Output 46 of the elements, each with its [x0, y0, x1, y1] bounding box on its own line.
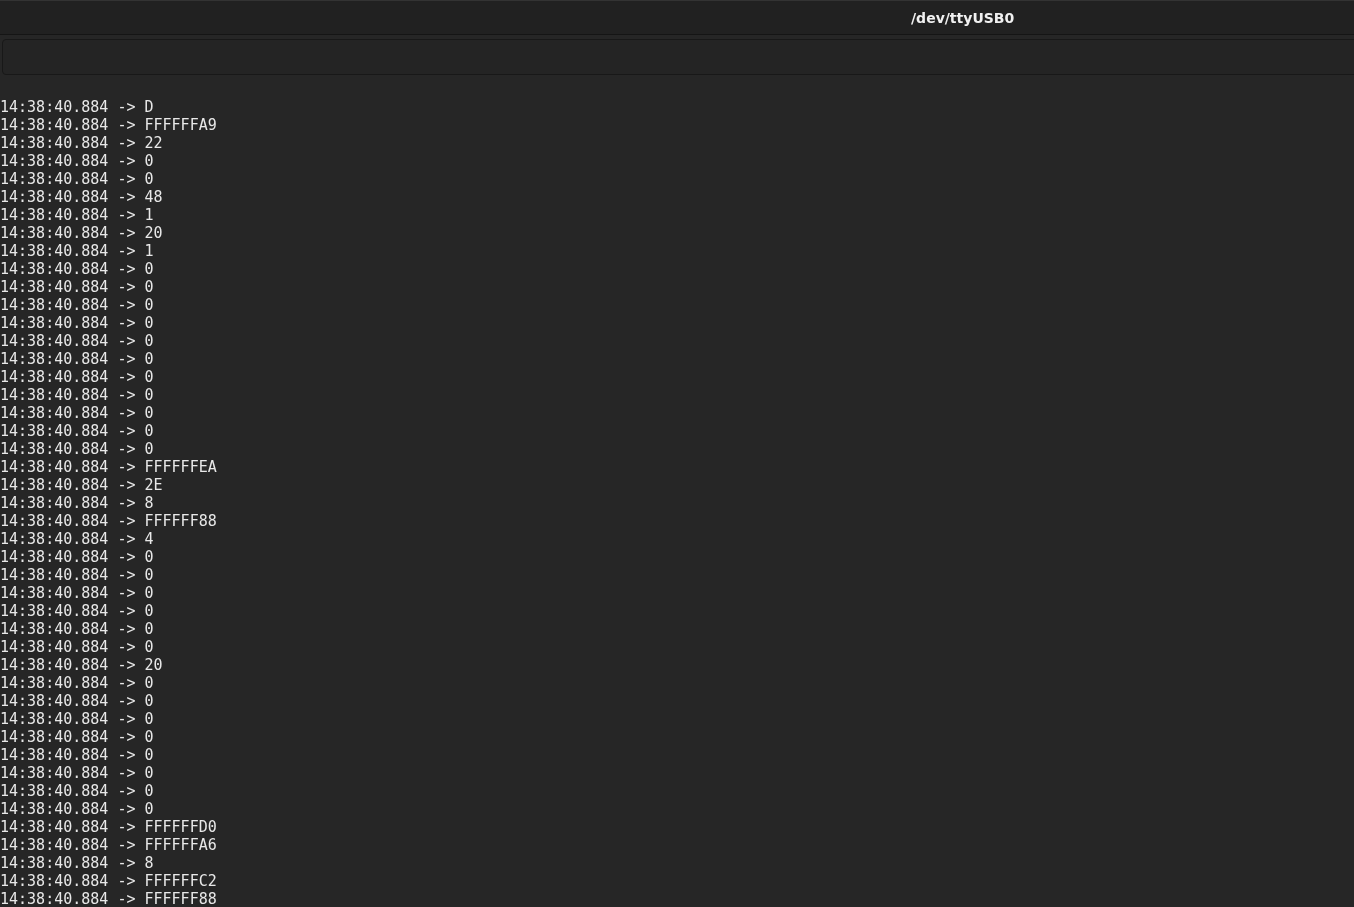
log-line: 14:38:40.884 -> 22 — [0, 134, 163, 152]
log-line: 14:38:40.884 -> 0 — [0, 350, 154, 368]
log-line: 14:38:40.884 -> 0 — [0, 296, 154, 314]
log-line: 14:38:40.884 -> 0 — [0, 782, 154, 800]
log-line: 14:38:40.884 -> FFFFFF88 — [0, 512, 217, 530]
log-line: 14:38:40.884 -> 2E — [0, 476, 163, 494]
log-line: 14:38:40.884 -> FFFFFFC2 — [0, 872, 217, 890]
log-line: 14:38:40.884 -> 0 — [0, 584, 154, 602]
log-line: 14:38:40.884 -> 0 — [0, 440, 154, 458]
log-line: 14:38:40.884 -> 0 — [0, 674, 154, 692]
log-line: 14:38:40.884 -> 20 — [0, 224, 163, 242]
log-line: 14:38:40.884 -> 0 — [0, 710, 154, 728]
log-line: 14:38:40.884 -> 8 — [0, 494, 154, 512]
log-line: 14:38:40.884 -> 8 — [0, 854, 154, 872]
log-line: 14:38:40.884 -> 0 — [0, 764, 154, 782]
log-line: 14:38:40.884 -> FFFFFFA9 — [0, 116, 217, 134]
log-line: 14:38:40.884 -> 0 — [0, 728, 154, 746]
log-line: 14:38:40.884 -> D — [0, 98, 154, 116]
log-line: 14:38:40.884 -> 0 — [0, 566, 154, 584]
log-line: 14:38:40.884 -> 1 — [0, 206, 154, 224]
log-line: 14:38:40.884 -> 0 — [0, 314, 154, 332]
log-line: 14:38:40.884 -> FFFFFFEA — [0, 458, 217, 476]
log-line: 14:38:40.884 -> 0 — [0, 368, 154, 386]
log-line: 14:38:40.884 -> 20 — [0, 656, 163, 674]
log-line: 14:38:40.884 -> 0 — [0, 152, 154, 170]
log-line: 14:38:40.884 -> 0 — [0, 332, 154, 350]
log-line: 14:38:40.884 -> FFFFFFD0 — [0, 818, 217, 836]
log-line: 14:38:40.884 -> 0 — [0, 620, 154, 638]
log-line: 14:38:40.884 -> 0 — [0, 692, 154, 710]
log-line: 14:38:40.884 -> FFFFFFA6 — [0, 836, 217, 854]
log-line: 14:38:40.884 -> 48 — [0, 188, 163, 206]
log-line: 14:38:40.884 -> 0 — [0, 404, 154, 422]
log-line: 14:38:40.884 -> 0 — [0, 548, 154, 566]
log-line: 14:38:40.884 -> 0 — [0, 602, 154, 620]
log-line: 14:38:40.884 -> 0 — [0, 386, 154, 404]
log-line: 14:38:40.884 -> FFFFFF88 — [0, 890, 217, 907]
window-title: /dev/ttyUSB0 — [911, 9, 1015, 26]
log-line: 14:38:40.884 -> 0 — [0, 422, 154, 440]
log-line: 14:38:40.884 -> 0 — [0, 260, 154, 278]
log-line: 14:38:40.884 -> 4 — [0, 530, 154, 548]
log-line: 14:38:40.884 -> 0 — [0, 746, 154, 764]
log-line: 14:38:40.884 -> 0 — [0, 170, 154, 188]
log-line: 14:38:40.884 -> 0 — [0, 800, 154, 818]
log-line: 14:38:40.884 -> 0 — [0, 638, 154, 656]
log-line: 14:38:40.884 -> 0 — [0, 278, 154, 296]
log-line: 14:38:40.884 -> 1 — [0, 242, 154, 260]
